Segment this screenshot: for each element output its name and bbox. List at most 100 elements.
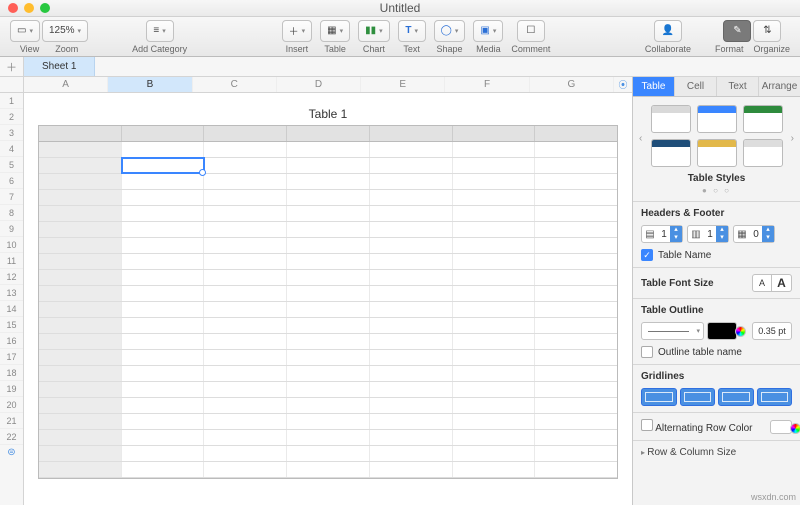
chevron-down-icon: ▾ [78, 27, 82, 35]
gridlines-v-header[interactable] [757, 388, 793, 406]
outline-tablename-checkbox[interactable] [641, 346, 653, 358]
format-button[interactable]: ✎ [723, 20, 751, 42]
outline-color-well[interactable] [707, 322, 737, 340]
organize-button[interactable]: ⇅ [753, 20, 781, 42]
row-column-size-disclosure[interactable]: Row & Column Size [641, 447, 792, 458]
alt-row-checkbox[interactable] [641, 419, 653, 431]
alt-row-color-well[interactable] [770, 420, 792, 434]
table-button[interactable]: ▦▾ [320, 20, 350, 42]
col-B[interactable]: B [108, 77, 192, 92]
gridlines-h-header[interactable] [718, 388, 754, 406]
insert-button[interactable]: ＋▾ [282, 20, 313, 42]
row-22[interactable]: 22 [0, 429, 23, 445]
row-12[interactable]: 12 [0, 269, 23, 285]
sheet-tab[interactable]: Sheet 1 [24, 57, 95, 76]
footer-rows-stepper[interactable]: ▦0▴▾ [733, 225, 775, 243]
tab-cell[interactable]: Cell [675, 77, 717, 96]
row-1[interactable]: 1 [0, 93, 23, 109]
row-18[interactable]: 18 [0, 365, 23, 381]
chevron-down-icon: ▾ [455, 27, 459, 35]
table-style-2[interactable] [697, 105, 737, 133]
tab-text[interactable]: Text [717, 77, 759, 96]
outline-line-style[interactable]: ▾ [641, 322, 704, 340]
row-10[interactable]: 10 [0, 237, 23, 253]
media-button[interactable]: ▣▾ [473, 20, 503, 42]
row-5[interactable]: 5 [0, 157, 23, 173]
col-A[interactable]: A [24, 77, 108, 92]
text-button[interactable]: T▾ [398, 20, 426, 42]
col-F[interactable]: F [445, 77, 529, 92]
add-category-button[interactable]: ≡▾ [146, 20, 174, 42]
gridlines-v-body[interactable] [680, 388, 716, 406]
col-G[interactable]: G [530, 77, 614, 92]
header-rows-stepper[interactable]: ▤1▴▾ [641, 225, 683, 243]
font-smaller-button[interactable]: A [752, 274, 772, 292]
row-14[interactable]: 14 [0, 301, 23, 317]
table-style-3[interactable] [743, 105, 783, 133]
header-cols-stepper[interactable]: ▥1▴▾ [687, 225, 729, 243]
chevron-down-icon: ▾ [302, 27, 306, 35]
row-16[interactable]: 16 [0, 333, 23, 349]
tab-table[interactable]: Table [633, 77, 675, 96]
row-8[interactable]: 8 [0, 205, 23, 221]
row-4[interactable]: 4 [0, 141, 23, 157]
row-15[interactable]: 15 [0, 317, 23, 333]
add-row-button[interactable]: ⊜ [0, 445, 23, 461]
tab-arrange[interactable]: Arrange [759, 77, 800, 96]
table-header-row[interactable] [39, 126, 617, 142]
table-name[interactable]: Table 1 [38, 107, 618, 121]
row-6[interactable]: 6 [0, 173, 23, 189]
row-7[interactable]: 7 [0, 189, 23, 205]
col-C[interactable]: C [193, 77, 277, 92]
row-13[interactable]: 13 [0, 285, 23, 301]
table[interactable] [38, 125, 618, 479]
table-style-1[interactable] [651, 105, 691, 133]
inspector-tabs: Table Cell Text Arrange [633, 77, 800, 97]
chart-icon: ▮▮ [365, 25, 376, 36]
view-button[interactable]: ▭▾ [10, 20, 40, 42]
styles-prev-icon[interactable]: ‹ [639, 133, 642, 144]
col-D[interactable]: D [277, 77, 361, 92]
gridlines-h-body[interactable] [641, 388, 677, 406]
row-20[interactable]: 20 [0, 397, 23, 413]
table-label: Table [324, 44, 346, 54]
col-E[interactable]: E [361, 77, 445, 92]
row-17[interactable]: 17 [0, 349, 23, 365]
table-style-4[interactable] [651, 139, 691, 167]
spreadsheet-canvas[interactable]: A B C D E F G ⦿ 1 2 3 4 5 6 7 8 9 10 11 … [0, 77, 632, 505]
chevron-down-icon: ▾ [162, 27, 166, 35]
format-inspector: Table Cell Text Arrange ‹ › Table Styles… [632, 77, 800, 505]
font-larger-button[interactable]: A [772, 274, 792, 292]
row-3[interactable]: 3 [0, 125, 23, 141]
panel-icon: ▭ [17, 25, 26, 36]
styles-next-icon[interactable]: › [791, 133, 794, 144]
table-style-5[interactable] [697, 139, 737, 167]
chart-button[interactable]: ▮▮▾ [358, 20, 390, 42]
shape-label: Shape [437, 44, 463, 54]
row-21[interactable]: 21 [0, 413, 23, 429]
row-9[interactable]: 9 [0, 221, 23, 237]
chart-label: Chart [363, 44, 385, 54]
selected-cell-row[interactable] [39, 158, 617, 174]
shape-button[interactable]: ◯▾ [434, 20, 466, 42]
add-column-button[interactable]: ⦿ [614, 77, 632, 92]
zoom-select[interactable]: 125%▾ [42, 20, 88, 42]
comment-button[interactable]: ☐ [517, 20, 545, 42]
table-styles-label: Table Styles [641, 173, 792, 184]
brush-icon: ✎ [733, 25, 741, 36]
select-all-corner[interactable] [0, 77, 24, 92]
table-name-checkbox[interactable]: ✓ [641, 249, 653, 261]
add-sheet-button[interactable]: ＋ [0, 57, 24, 76]
outline-width-field[interactable]: 0.35 pt [752, 322, 792, 340]
comment-icon: ☐ [526, 25, 535, 36]
row-2[interactable]: 2 [0, 109, 23, 125]
table-styles-grid: ‹ › [641, 105, 792, 167]
row-19[interactable]: 19 [0, 381, 23, 397]
row-11[interactable]: 11 [0, 253, 23, 269]
collaborate-button[interactable]: 👤 [654, 20, 682, 42]
chevron-down-icon: ▾ [29, 27, 33, 35]
organize-label: Organize [753, 44, 790, 54]
table-style-6[interactable] [743, 139, 783, 167]
person-icon: 👤 [662, 25, 674, 36]
table-name-cb-label: Table Name [658, 250, 711, 261]
